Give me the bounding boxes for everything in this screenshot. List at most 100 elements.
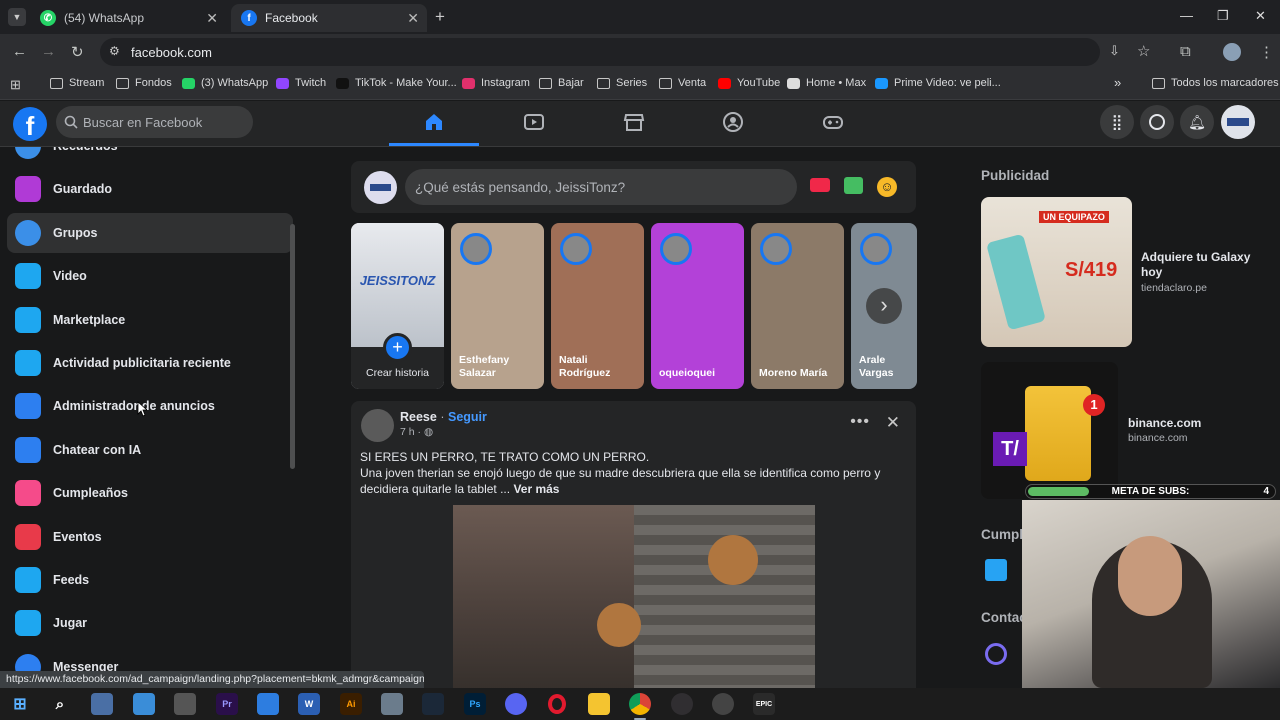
story-card[interactable]: Esthefany Salazar xyxy=(451,223,544,389)
calculator-icon[interactable] xyxy=(174,693,196,715)
windows-start-icon[interactable]: ⊞ xyxy=(9,693,31,715)
home-icon[interactable] xyxy=(423,111,445,133)
post-author-avatar[interactable] xyxy=(361,409,394,442)
ad-title[interactable]: binance.com xyxy=(1128,416,1201,431)
see-more-link[interactable]: Ver más xyxy=(513,482,559,496)
bookmark-item[interactable]: Twitch xyxy=(276,77,326,89)
messenger-button[interactable] xyxy=(1140,105,1174,139)
story-card[interactable]: Natali Rodríguez xyxy=(551,223,644,389)
bookmark-item[interactable]: Stream xyxy=(50,77,104,89)
steam-icon[interactable] xyxy=(422,693,444,715)
tab-facebook[interactable]: f Facebook ✕ xyxy=(231,4,427,32)
hide-post-icon[interactable]: ✕ xyxy=(886,413,900,433)
tool-icon[interactable] xyxy=(381,693,403,715)
post-author[interactable]: Reese xyxy=(400,410,437,424)
sidebar-item-saved[interactable]: Guardado xyxy=(7,169,293,209)
media-player-icon[interactable] xyxy=(712,693,734,715)
account-avatar[interactable] xyxy=(1221,105,1255,139)
ad-image-galaxy[interactable]: UN EQUIPAZO S/419 xyxy=(981,197,1132,347)
sidebar-item-groups[interactable]: Grupos xyxy=(7,212,293,253)
opera-icon[interactable] xyxy=(546,693,568,715)
groups-icon[interactable] xyxy=(722,111,744,133)
obs-icon[interactable] xyxy=(671,693,693,715)
tab-whatsapp[interactable]: ✆ (54) WhatsApp ✕ xyxy=(30,4,226,32)
meta-ai-icon[interactable] xyxy=(985,643,1007,665)
follow-link[interactable]: Seguir xyxy=(448,410,487,424)
epic-games-icon[interactable]: EPIC xyxy=(753,693,775,715)
sidebar-scrollbar[interactable] xyxy=(290,224,295,469)
sidebar-item-video[interactable]: Video xyxy=(7,256,293,296)
sidebar-item-birthday[interactable]: Cumpleaños xyxy=(7,473,293,513)
bookmark-item[interactable]: Series xyxy=(597,77,647,89)
sidebar-item-messenger[interactable]: Messenger xyxy=(7,647,293,674)
facebook-logo-icon[interactable]: f xyxy=(13,107,47,141)
word-icon[interactable]: W xyxy=(298,693,320,715)
post-time[interactable]: 7 h xyxy=(400,426,415,438)
more-options-icon[interactable]: ••• xyxy=(850,413,870,431)
bookmark-item[interactable]: Home • Max xyxy=(787,77,866,89)
extensions-icon[interactable]: ⧉ xyxy=(1180,43,1191,60)
close-window-icon[interactable]: ✕ xyxy=(1255,8,1266,24)
maximize-icon[interactable]: ❐ xyxy=(1217,8,1229,24)
sidebar-item-events[interactable]: Eventos xyxy=(7,517,293,557)
close-tab-icon[interactable]: ✕ xyxy=(407,10,419,27)
sidebar-item-feeds[interactable]: Feeds xyxy=(7,560,293,600)
address-bar[interactable]: ⚙ facebook.com ⇩ ☆ xyxy=(100,38,1150,66)
search-input[interactable]: Buscar en Facebook xyxy=(56,106,253,138)
bookmark-item[interactable]: YouTube xyxy=(718,77,780,89)
sidebar-item-ads-manager[interactable]: Administrador de anuncios xyxy=(7,386,293,426)
back-icon[interactable]: ← xyxy=(12,43,27,60)
ad-claro[interactable]: UN EQUIPAZO S/419 Adquiere tu Galaxy hoy… xyxy=(981,197,1261,347)
bookmark-star-icon[interactable]: ☆ xyxy=(1137,42,1150,60)
bookmark-item[interactable]: Bajar xyxy=(539,77,584,89)
whats-on-your-mind-input[interactable]: ¿Qué estás pensando, JeissiTonz? xyxy=(405,169,797,205)
sidebar-item-memories[interactable]: Recuerdos xyxy=(7,147,293,166)
photoshop-icon[interactable]: Ps xyxy=(464,693,486,715)
bookmark-item[interactable]: Instagram xyxy=(462,77,530,89)
bookmark-item[interactable]: TikTok - Make Your... xyxy=(336,77,457,89)
new-tab-button[interactable]: + xyxy=(435,7,445,27)
profile-avatar[interactable] xyxy=(1223,43,1241,61)
apps-icon[interactable]: ⊞ xyxy=(10,77,21,93)
remote-desktop-icon[interactable] xyxy=(133,693,155,715)
store-icon[interactable] xyxy=(257,693,279,715)
ad-title[interactable]: Adquiere tu Galaxy hoy xyxy=(1141,250,1251,280)
site-info-icon[interactable]: ⚙ xyxy=(109,44,120,58)
feeling-icon[interactable]: ☺ xyxy=(877,177,897,197)
gaming-icon[interactable] xyxy=(822,111,844,133)
close-tab-icon[interactable]: ✕ xyxy=(206,10,218,27)
sidebar-item-play[interactable]: Jugar xyxy=(7,603,293,643)
premiere-icon[interactable]: Pr xyxy=(216,693,238,715)
ad-image-binance[interactable]: T/ 1 xyxy=(981,362,1118,499)
sidebar-item-ai-chat[interactable]: Chatear con IA xyxy=(7,430,293,470)
bookmarks-overflow-icon[interactable]: » xyxy=(1114,75,1121,90)
bookmark-item[interactable]: Fondos xyxy=(116,77,172,89)
search-icon[interactable]: ⌕ xyxy=(49,693,71,715)
marketplace-icon[interactable] xyxy=(623,111,645,133)
bookmark-item[interactable]: (3) WhatsApp xyxy=(182,77,268,89)
stories-next-button[interactable]: › xyxy=(866,288,902,324)
post-video[interactable] xyxy=(453,505,815,691)
sidebar-item-marketplace[interactable]: Marketplace xyxy=(7,300,293,340)
menu-icon[interactable]: ⋮ xyxy=(1259,43,1274,61)
create-story-card[interactable]: JEISSITONZ + Crear historia xyxy=(351,223,444,389)
photo-video-icon[interactable] xyxy=(844,177,863,194)
ad-binance[interactable]: T/ 1 binance.com binance.com xyxy=(981,362,1261,499)
video-icon[interactable] xyxy=(523,111,545,133)
all-bookmarks[interactable]: Todos los marcadores xyxy=(1152,77,1279,89)
reload-icon[interactable]: ↻ xyxy=(71,43,84,61)
story-card[interactable]: Moreno María xyxy=(751,223,844,389)
forward-icon[interactable]: → xyxy=(41,43,56,60)
bookmark-item[interactable]: Venta xyxy=(659,77,706,89)
tab-search-button[interactable]: ▼ xyxy=(8,8,26,26)
discord-icon[interactable] xyxy=(505,693,527,715)
add-story-icon[interactable]: + xyxy=(383,333,412,362)
minimize-icon[interactable]: — xyxy=(1180,8,1193,23)
story-card[interactable]: oqueioquei xyxy=(651,223,744,389)
illustrator-icon[interactable]: Ai xyxy=(340,693,362,715)
file-explorer-icon[interactable] xyxy=(588,693,610,715)
notifications-button[interactable]: 🔔︎ xyxy=(1180,105,1214,139)
menu-grid-button[interactable]: ⣿ xyxy=(1100,105,1134,139)
bookmark-item[interactable]: Prime Video: ve peli... xyxy=(875,77,1001,89)
sidebar-item-ad-activity[interactable]: Actividad publicitaria reciente xyxy=(7,343,293,383)
